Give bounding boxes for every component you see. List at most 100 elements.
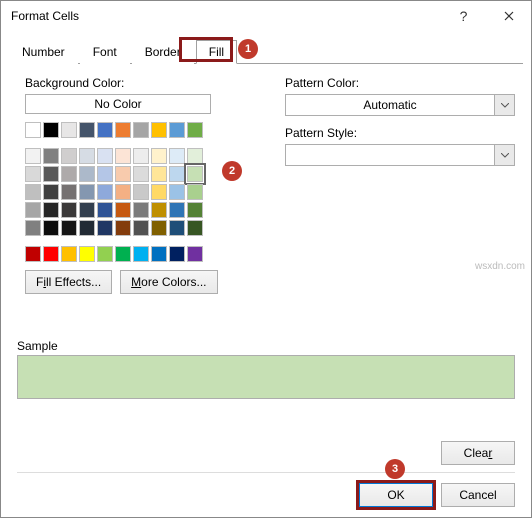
color-swatch[interactable] — [133, 122, 149, 138]
pattern-color-select[interactable]: Automatic — [285, 94, 495, 116]
ok-button[interactable]: OK — [359, 483, 433, 507]
dialog-title: Format Cells — [11, 9, 441, 23]
color-swatch[interactable] — [25, 246, 41, 262]
color-swatch[interactable] — [43, 148, 59, 164]
color-swatch[interactable] — [187, 220, 203, 236]
color-swatch[interactable] — [151, 184, 167, 200]
sample-label: Sample — [17, 339, 515, 353]
annotation-badge-3: 3 — [385, 459, 405, 479]
color-swatch[interactable] — [25, 220, 41, 236]
color-swatch[interactable] — [97, 184, 113, 200]
color-swatch[interactable] — [97, 166, 113, 182]
color-swatch[interactable] — [43, 166, 59, 182]
tab-font[interactable]: Font — [80, 40, 130, 64]
clear-button[interactable]: Clear — [441, 441, 515, 465]
color-swatch[interactable] — [169, 220, 185, 236]
color-swatch[interactable] — [25, 202, 41, 218]
color-swatch[interactable] — [115, 220, 131, 236]
color-swatch[interactable] — [61, 220, 77, 236]
color-swatch[interactable] — [151, 148, 167, 164]
color-swatch[interactable] — [79, 246, 95, 262]
pattern-style-label: Pattern Style: — [285, 126, 515, 140]
color-swatch[interactable] — [133, 184, 149, 200]
color-swatch[interactable] — [115, 246, 131, 262]
color-swatch[interactable] — [61, 166, 77, 182]
color-swatch[interactable] — [187, 184, 203, 200]
color-swatch[interactable] — [61, 202, 77, 218]
chevron-down-icon[interactable] — [495, 94, 515, 116]
color-swatch[interactable] — [115, 166, 131, 182]
color-swatch[interactable] — [97, 246, 113, 262]
watermark: wsxdn.com — [475, 261, 525, 272]
color-swatch[interactable] — [169, 184, 185, 200]
color-swatch[interactable] — [97, 202, 113, 218]
color-swatch[interactable] — [115, 148, 131, 164]
color-swatch[interactable] — [61, 122, 77, 138]
format-cells-dialog: Format Cells ? NumberFontBorderFill 1 Ba… — [0, 0, 532, 518]
fill-effects-button[interactable]: Fill Effects... — [25, 270, 112, 294]
titlebar: Format Cells ? — [1, 1, 531, 31]
color-swatch[interactable] — [79, 202, 95, 218]
color-swatch[interactable] — [115, 122, 131, 138]
color-swatch[interactable] — [169, 246, 185, 262]
color-swatch[interactable] — [25, 122, 41, 138]
dialog-footer: OK 3 Cancel — [1, 477, 531, 517]
color-swatch[interactable] — [43, 202, 59, 218]
color-swatch[interactable] — [133, 220, 149, 236]
color-swatch[interactable] — [133, 246, 149, 262]
color-swatch[interactable] — [133, 202, 149, 218]
color-swatch[interactable] — [97, 220, 113, 236]
sample-preview — [17, 355, 515, 399]
pattern-style-select[interactable] — [285, 144, 495, 166]
color-swatch[interactable] — [187, 166, 203, 182]
color-swatch[interactable] — [187, 122, 203, 138]
color-swatch[interactable] — [169, 202, 185, 218]
cancel-button[interactable]: Cancel — [441, 483, 515, 507]
background-color-label: Background Color: — [25, 76, 265, 90]
close-button[interactable] — [486, 1, 531, 31]
color-swatch[interactable] — [61, 148, 77, 164]
color-swatch[interactable] — [187, 246, 203, 262]
color-swatch[interactable] — [169, 148, 185, 164]
color-swatch[interactable] — [79, 122, 95, 138]
color-swatch[interactable] — [43, 220, 59, 236]
color-swatch[interactable] — [151, 220, 167, 236]
color-swatch[interactable] — [25, 148, 41, 164]
color-swatch[interactable] — [79, 148, 95, 164]
color-swatch[interactable] — [97, 148, 113, 164]
tab-strip: NumberFontBorderFill — [1, 35, 531, 63]
color-swatch[interactable] — [133, 148, 149, 164]
color-swatch[interactable] — [187, 202, 203, 218]
more-colors-button[interactable]: More Colors... — [120, 270, 217, 294]
pattern-color-label: Pattern Color: — [285, 76, 515, 90]
tab-number[interactable]: Number — [9, 40, 78, 64]
color-swatch[interactable] — [115, 202, 131, 218]
color-swatch[interactable] — [61, 246, 77, 262]
color-swatch[interactable] — [115, 184, 131, 200]
color-swatch[interactable] — [169, 122, 185, 138]
no-color-button[interactable]: No Color — [25, 94, 211, 114]
close-icon — [504, 11, 514, 21]
color-swatch[interactable] — [43, 184, 59, 200]
color-swatch[interactable] — [79, 166, 95, 182]
chevron-down-icon[interactable] — [495, 144, 515, 166]
color-swatch[interactable] — [43, 122, 59, 138]
tab-border[interactable]: Border — [132, 40, 194, 64]
color-swatch[interactable] — [133, 166, 149, 182]
color-swatch[interactable] — [151, 202, 167, 218]
color-swatch[interactable] — [61, 184, 77, 200]
color-swatch[interactable] — [25, 184, 41, 200]
help-button[interactable]: ? — [441, 1, 486, 31]
color-swatch[interactable] — [43, 246, 59, 262]
tab-fill[interactable]: Fill — [196, 40, 237, 64]
color-swatch[interactable] — [187, 148, 203, 164]
annotation-badge-1: 1 — [238, 39, 258, 59]
color-swatch[interactable] — [25, 166, 41, 182]
color-swatch[interactable] — [151, 166, 167, 182]
color-swatch[interactable] — [79, 220, 95, 236]
color-swatch[interactable] — [169, 166, 185, 182]
color-swatch[interactable] — [79, 184, 95, 200]
color-swatch[interactable] — [97, 122, 113, 138]
color-swatch[interactable] — [151, 122, 167, 138]
color-swatch[interactable] — [151, 246, 167, 262]
